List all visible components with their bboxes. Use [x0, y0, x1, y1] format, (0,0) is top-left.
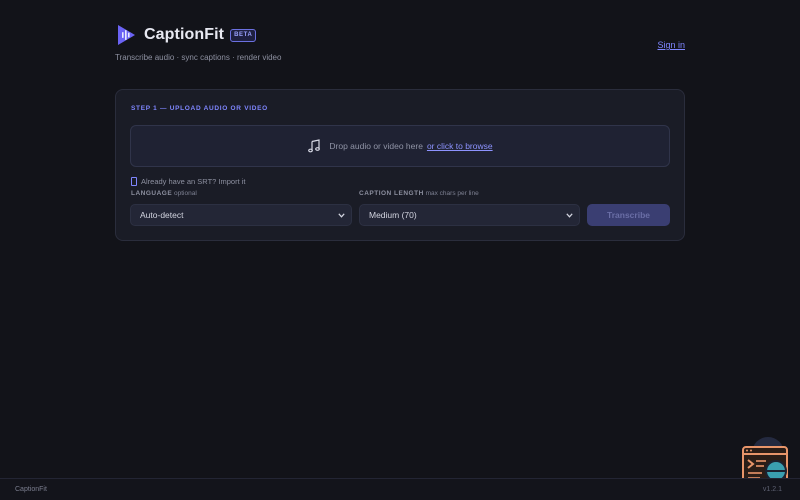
language-select[interactable]: Auto-detect	[130, 204, 352, 226]
beta-badge: BETA	[230, 28, 257, 42]
transcribe-button[interactable]: Transcribe	[587, 204, 670, 226]
app-header: CaptionFit BETA Transcribe audio · sync …	[115, 24, 685, 68]
srt-import-text[interactable]: Already have an SRT? Import it	[141, 177, 246, 186]
language-label-hint: optional	[174, 190, 197, 197]
browse-link[interactable]: or click to browse	[427, 141, 493, 151]
tagline: Transcribe audio · sync captions · rende…	[115, 53, 282, 62]
language-value: Auto-detect	[140, 210, 184, 220]
caption-length-label-text: CAPTION LENGTH	[359, 190, 424, 197]
dropzone-text: Drop audio or video here	[329, 141, 423, 151]
step-title: STEP 1 — UPLOAD AUDIO OR VIDEO	[131, 105, 268, 112]
language-label-text: LANGUAGE	[131, 190, 173, 197]
sign-in-link[interactable]: Sign in	[657, 40, 685, 50]
waveform-play-logo	[118, 25, 135, 45]
srt-checkbox[interactable]	[131, 177, 137, 186]
footer-brand: CaptionFit	[15, 486, 47, 493]
upload-dropzone[interactable]: Drop audio or video here or click to bro…	[130, 125, 670, 167]
app-footer: CaptionFit v1.2.1	[0, 478, 800, 500]
chevron-down-icon	[338, 213, 345, 218]
brand: CaptionFit BETA	[115, 24, 685, 46]
language-label: LANGUAGE optional	[131, 190, 197, 197]
music-note-icon	[308, 139, 321, 153]
srt-import-row[interactable]: Already have an SRT? Import it	[131, 177, 246, 186]
caption-length-select[interactable]: Medium (70)	[359, 204, 580, 226]
brand-name: CaptionFit	[144, 26, 225, 43]
upload-card: STEP 1 — UPLOAD AUDIO OR VIDEO Drop audi…	[115, 89, 685, 241]
caption-length-value: Medium (70)	[369, 210, 417, 220]
footer-version: v1.2.1	[762, 486, 782, 493]
chevron-down-icon	[566, 213, 573, 218]
caption-length-hint: max chars per line	[425, 190, 479, 197]
caption-length-label: CAPTION LENGTH max chars per line	[359, 190, 479, 197]
